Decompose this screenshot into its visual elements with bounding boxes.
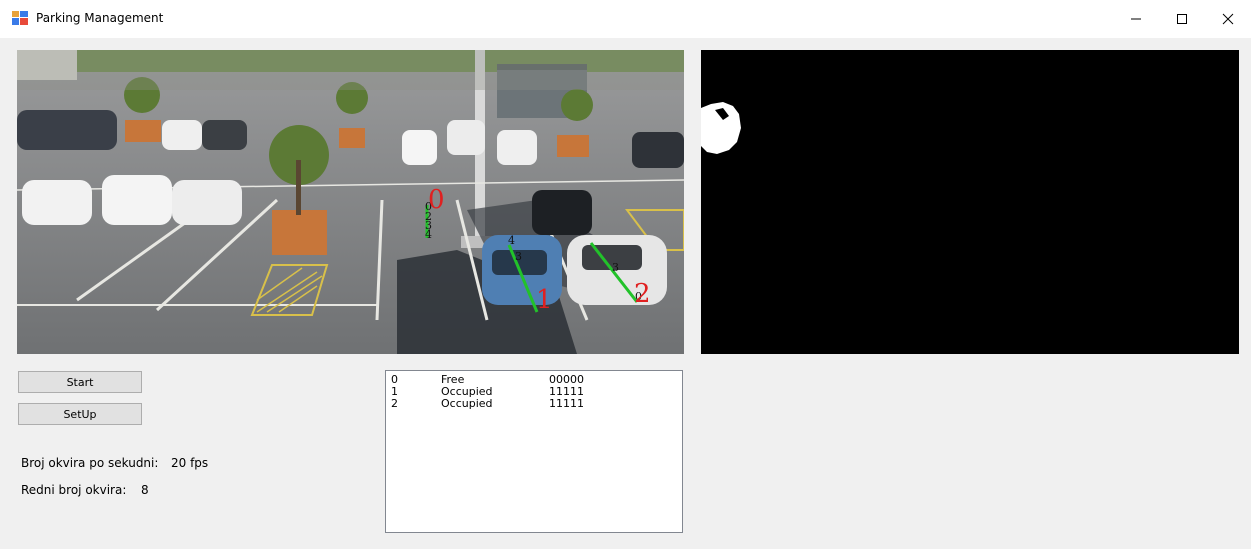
spot-id: 2 (391, 397, 398, 410)
spot-status: Occupied (441, 397, 493, 410)
svg-text:3: 3 (515, 250, 522, 263)
fps-value: 20 fps (171, 456, 209, 470)
parking-lot-image: 0234 43 30 0 1 2 (17, 50, 684, 354)
title-bar: Parking Management (0, 0, 1251, 38)
svg-text:4: 4 (425, 228, 432, 241)
mask-image (701, 50, 1239, 354)
setup-button[interactable]: SetUp (18, 403, 142, 425)
mask-view (701, 50, 1239, 354)
close-icon (1222, 13, 1234, 25)
maximize-icon (1177, 14, 1187, 24)
svg-text:4: 4 (508, 234, 515, 247)
list-item[interactable]: 1 Occupied 11111 (391, 386, 671, 398)
list-item[interactable]: 0 Free 00000 (391, 374, 671, 386)
frame-value: 8 (141, 483, 149, 497)
app-icon (12, 11, 28, 25)
parking-status-list[interactable]: 0 Free 00000 1 Occupied 11111 2 Occupied… (385, 370, 683, 533)
window-title: Parking Management (36, 11, 164, 25)
fps-label: Broj okvira po sekudni: (21, 456, 159, 470)
spot-label-1: 1 (536, 285, 553, 315)
spot-label-0: 0 (428, 185, 445, 215)
spot-code: 11111 (549, 397, 584, 410)
start-button[interactable]: Start (18, 371, 142, 393)
list-item[interactable]: 2 Occupied 11111 (391, 398, 671, 410)
frame-label: Redni broj okvira: (21, 483, 127, 497)
video-feed: 0234 43 30 0 1 2 (17, 50, 684, 354)
minimize-button[interactable] (1113, 0, 1159, 38)
close-button[interactable] (1205, 0, 1251, 38)
maximize-button[interactable] (1159, 0, 1205, 38)
spot-label-2: 2 (634, 279, 651, 309)
svg-text:3: 3 (612, 261, 619, 274)
minimize-icon (1131, 18, 1141, 20)
